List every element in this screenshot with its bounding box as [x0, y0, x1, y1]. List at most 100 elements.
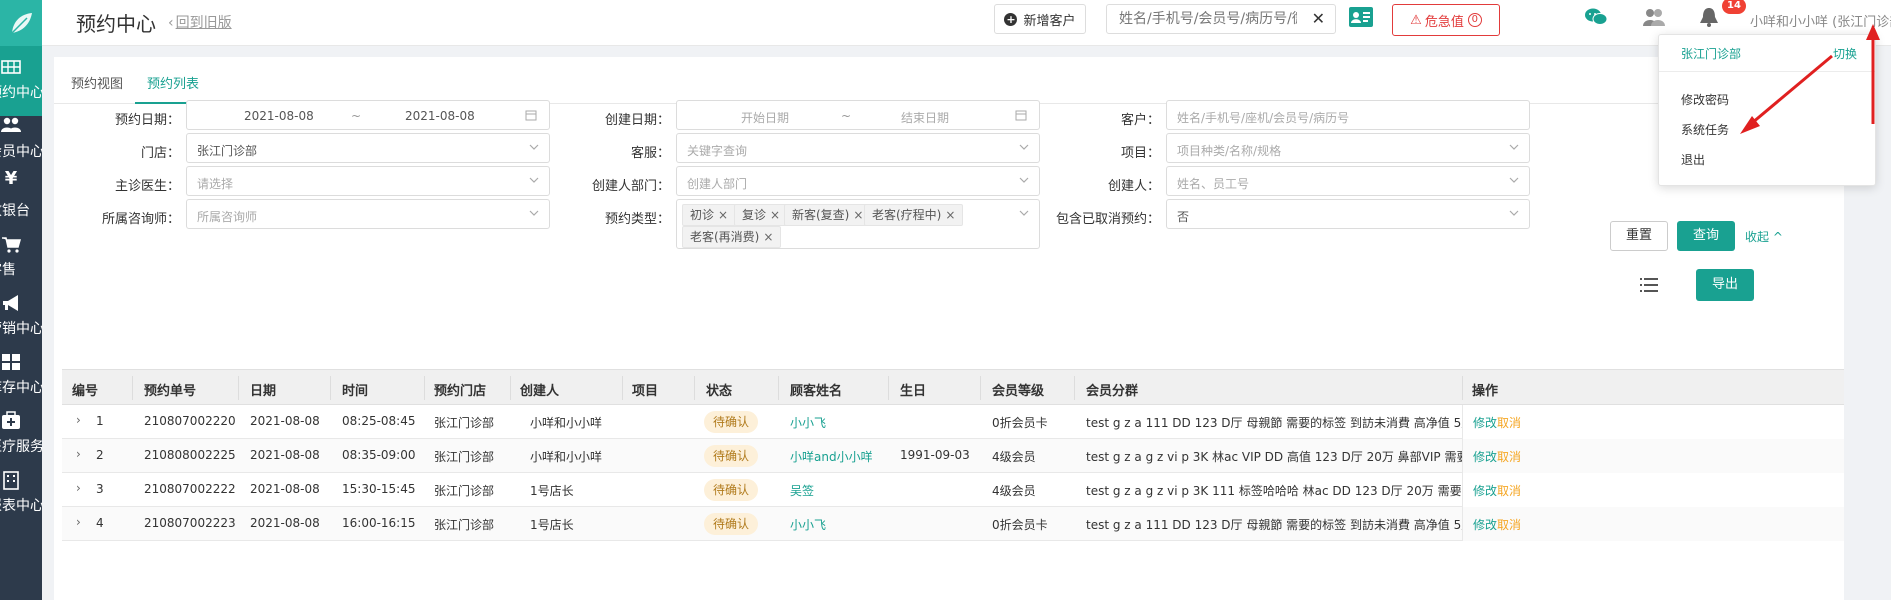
appt-date-range[interactable]: 2021-08-08 ~ 2021-08-08	[186, 100, 550, 130]
id-card-icon[interactable]	[1348, 6, 1374, 28]
wechat-icon[interactable]	[1584, 6, 1608, 28]
back-to-old-version-link[interactable]: ‹ 回到旧版	[168, 12, 232, 32]
column-divider	[694, 376, 695, 400]
tag-old-in-course[interactable]: 老客(疗程中) ×	[864, 204, 964, 226]
expand-row-icon[interactable]: ›	[76, 481, 81, 495]
cell-level: 4级会员	[992, 450, 1036, 464]
sidebar-item-reports[interactable]: 报表中心	[0, 459, 42, 529]
tag-old-repurchase[interactable]: 老客(再消费) ×	[682, 226, 782, 248]
menu-item-logout[interactable]: 退出	[1681, 151, 1705, 168]
sidebar-item-label: 零售	[0, 262, 16, 278]
appt-type-multiselect[interactable]: 初诊 × 复诊 × 新客(复查) × 老客(疗程中) × 老客(再消费) ×	[676, 199, 1040, 249]
critical-value-label: 危急值	[1424, 14, 1464, 30]
creator-select[interactable]: 姓名、员工号	[1166, 166, 1530, 196]
user-dropdown-menu: 张江门诊部 切换 修改密码 系统任务 退出	[1658, 34, 1876, 186]
clear-icon[interactable]: ✕	[1312, 9, 1325, 28]
sidebar-item-label: 库存中心	[0, 380, 42, 396]
cell-segments: test g z a 111 DD 123 D厅 母親節 需要的标签 到訪未消費…	[1086, 507, 1462, 541]
reset-button[interactable]: 重置	[1610, 221, 1668, 251]
edit-link[interactable]: 修改	[1473, 448, 1497, 465]
edit-link[interactable]: 修改	[1473, 414, 1497, 431]
col-header: 日期	[250, 384, 277, 399]
tag-return-visit[interactable]: 复诊 ×	[734, 204, 789, 226]
include-cancelled-label: 包含已取消预约：	[1055, 212, 1160, 227]
cell-date: 2021-08-08	[250, 516, 320, 530]
current-store: 张江门诊部	[1681, 47, 1742, 61]
include-cancelled-select[interactable]: 否	[1166, 199, 1530, 229]
yen-icon: ¥	[4, 168, 18, 189]
critical-count: 0	[1467, 13, 1482, 27]
expand-row-icon[interactable]: ›	[76, 447, 81, 461]
query-button[interactable]: 查询	[1677, 221, 1735, 251]
table-row[interactable]: › 4 210807002223 2021-08-08 16:00-16:15 …	[62, 507, 1844, 541]
remove-tag-icon[interactable]: ×	[718, 208, 728, 222]
leaf-logo[interactable]	[0, 0, 42, 46]
column-divider	[980, 376, 981, 400]
cell-segments: test g z a g z vi p 3K 111 标签哈哈哈 林ac DD …	[1086, 473, 1462, 507]
add-customer-button[interactable]: + 新增客户	[994, 4, 1086, 34]
switch-store-link[interactable]: 切换	[1833, 45, 1857, 62]
consultant-label: 所属咨询师：	[101, 212, 180, 227]
appt-date-to: 2021-08-08	[405, 109, 475, 123]
remove-tag-icon[interactable]: ×	[770, 208, 780, 222]
column-settings-icon[interactable]	[1640, 277, 1658, 293]
menu-item-change-password[interactable]: 修改密码	[1681, 91, 1729, 108]
table-row[interactable]: › 3 210807002222 2021-08-08 15:30-15:45 …	[62, 473, 1844, 507]
cell-time: 08:25-08:45	[342, 414, 416, 428]
cell-time: 08:35-09:00	[342, 448, 416, 462]
edit-link[interactable]: 修改	[1473, 516, 1497, 533]
remove-tag-icon[interactable]: ×	[853, 208, 863, 222]
cell-level: 0折会员卡	[992, 518, 1048, 532]
chevron-down-icon	[1019, 210, 1029, 216]
cell-time: 16:00-16:15	[342, 516, 416, 530]
collapse-filters-link[interactable]: 收起 ^	[1745, 228, 1783, 245]
tag-new-recheck[interactable]: 新客(复查) ×	[784, 204, 872, 226]
customer-name-link[interactable]: 小小飞	[790, 414, 826, 431]
cell-date: 2021-08-08	[250, 448, 320, 462]
user-menu-trigger[interactable]: 小咩和小小咩 (张江门诊部)⌄	[1750, 11, 1891, 30]
cancel-link[interactable]: 取消	[1497, 516, 1521, 533]
column-divider	[1074, 376, 1075, 400]
service-select[interactable]: 关键字查询	[676, 133, 1040, 163]
expand-row-icon[interactable]: ›	[76, 515, 81, 529]
menu-item-system-tasks[interactable]: 系统任务	[1681, 121, 1729, 138]
consultant-select[interactable]: 所属咨询师	[186, 199, 550, 229]
column-divider	[330, 376, 331, 400]
remove-tag-icon[interactable]: ×	[945, 208, 955, 222]
item-label: 项目：	[1120, 146, 1160, 161]
tab-appointment-view[interactable]: 预约视图	[71, 73, 123, 92]
creator-dept-select[interactable]: 创建人部门	[676, 166, 1040, 196]
store-select[interactable]: 张江门诊部	[186, 133, 550, 163]
item-select[interactable]: 项目种类/名称/规格	[1166, 133, 1530, 163]
table-row[interactable]: › 2 210808002225 2021-08-08 08:35-09:00 …	[62, 439, 1844, 473]
edit-link[interactable]: 修改	[1473, 482, 1497, 499]
cell-creator: 1号店长	[530, 484, 574, 498]
col-header: 会员分群	[1086, 384, 1139, 399]
cell-date: 2021-08-08	[250, 482, 320, 496]
table-row[interactable]: › 1 210807002220 2021-08-08 08:25-08:45 …	[62, 405, 1844, 439]
calendar-icon	[525, 110, 537, 121]
customer-filter[interactable]: 姓名/手机号/座机/会员号/病历号	[1166, 100, 1530, 130]
critical-value-button[interactable]: ⚠ 危急值 0	[1392, 4, 1500, 36]
cancel-link[interactable]: 取消	[1497, 414, 1521, 431]
range-separator: ~	[841, 109, 852, 123]
doctor-label: 主诊医生：	[114, 179, 180, 194]
customer-name-link[interactable]: 小小飞	[790, 516, 826, 533]
customer-name-link[interactable]: 吴签	[790, 482, 814, 499]
customer-name-link[interactable]: 小咩and小小咩	[790, 448, 873, 465]
create-date-range[interactable]: 开始日期 ~ 结束日期	[676, 100, 1040, 130]
doctor-select[interactable]: 请选择	[186, 166, 550, 196]
remove-tag-icon[interactable]: ×	[763, 230, 773, 244]
team-icon[interactable]	[1642, 6, 1666, 28]
cancel-link[interactable]: 取消	[1497, 448, 1521, 465]
expand-row-icon[interactable]: ›	[76, 413, 81, 427]
bell-notification-icon[interactable]	[1697, 6, 1721, 28]
col-header: 编号	[72, 384, 99, 399]
tag-first-visit[interactable]: 初诊 ×	[682, 204, 737, 226]
export-button[interactable]: 导出	[1696, 269, 1754, 301]
cancel-link[interactable]: 取消	[1497, 482, 1521, 499]
cell-no: 3	[96, 482, 104, 496]
search-input[interactable]	[1107, 5, 1297, 33]
tab-appointment-list[interactable]: 预约列表	[147, 73, 199, 92]
cell-no: 2	[96, 448, 104, 462]
